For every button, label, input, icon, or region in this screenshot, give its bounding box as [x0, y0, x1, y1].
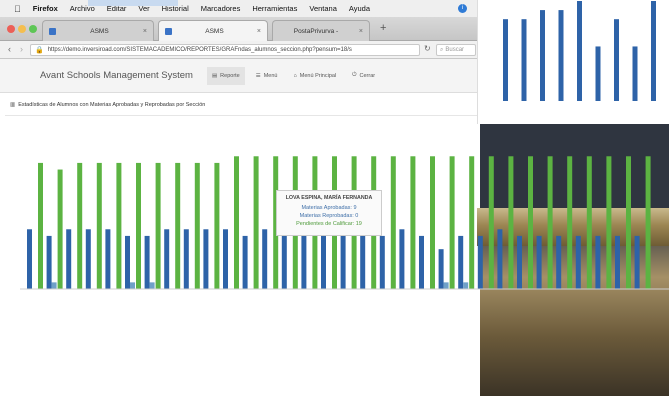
app-navbar: Avant Schools Management System ▤ Report… — [0, 59, 480, 93]
panel-title: ▥ Estadísticas de Alumnos con Materias A… — [10, 102, 205, 108]
divider — [5, 115, 480, 116]
bar-chart-icon: ▥ — [10, 102, 16, 108]
small-chart-bar[interactable] — [540, 10, 545, 101]
favicon-icon — [165, 27, 172, 35]
small-chart-bar[interactable] — [614, 19, 619, 102]
close-tab-icon[interactable]: × — [359, 28, 363, 35]
nav-item-menu[interactable]: ☰ Menú — [251, 67, 283, 85]
secondary-window — [477, 0, 669, 124]
browser-tab[interactable]: PostaPrivurva - × — [272, 20, 370, 41]
panel-title-text: Estadísticas de Alumnos con Materias Apr… — [18, 102, 206, 108]
nav-item-label: Reporte — [220, 72, 240, 79]
apple-icon[interactable]:  — [14, 4, 21, 14]
tooltip-aprobadas: Materias Aprobadas: 9 — [301, 205, 357, 211]
menu-ayuda[interactable]: Ayuda — [349, 4, 370, 13]
small-chart-bar[interactable] — [651, 1, 656, 101]
small-bar-chart — [503, 1, 656, 102]
small-chart-bar[interactable] — [632, 46, 638, 101]
new-tab-button[interactable]: + — [380, 22, 386, 34]
favicon-icon — [49, 27, 56, 35]
nav-item-reporte[interactable]: ▤ Reporte — [206, 66, 245, 85]
tooltip-reprobadas: Materias Reprobadas: 0 — [299, 213, 359, 219]
small-chart-bar[interactable] — [503, 19, 508, 102]
info-icon[interactable]: i — [458, 4, 467, 13]
forward-icon[interactable]: › — [20, 44, 23, 54]
close-tab-icon[interactable]: × — [143, 28, 147, 35]
lock-icon: 🔒 — [35, 47, 44, 54]
power-icon: ⏻ — [352, 72, 357, 78]
url-bar[interactable]: 🔒 https://demo.inversiroad.com/SISTEMACA… — [30, 44, 420, 56]
search-icon: ⌕ — [440, 46, 444, 53]
menu-ventana[interactable]: Ventana — [309, 4, 337, 13]
mac-menu-bar:  Firefox Archivo Editar Ver Historial M… — [0, 0, 480, 17]
window-close-button[interactable] — [7, 25, 15, 33]
page-content: Avant Schools Management System ▤ Report… — [0, 59, 480, 396]
menu-icon: ☰ — [255, 72, 261, 79]
small-chart-bar[interactable] — [577, 1, 582, 101]
back-icon[interactable]: ‹ — [8, 44, 11, 54]
tab-label: ASMS — [90, 27, 109, 35]
tab-label: ASMS — [205, 27, 224, 35]
tab-label: PostaPrivurva - — [293, 27, 339, 35]
url-text: https://demo.inversiroad.com/SISTEMACADE… — [47, 47, 352, 53]
nav-item-label: Menú — [263, 72, 278, 79]
home-icon: ⌂ — [293, 72, 297, 79]
nav-item-label: Menú Principal — [299, 72, 337, 79]
tooltip-pendientes: Pendientes de Calificar: 19 — [296, 221, 362, 227]
nav-item-menu-principal[interactable]: ⌂ Menú Principal — [288, 67, 341, 85]
search-input[interactable]: ⌕ Buscar — [436, 44, 476, 56]
search-placeholder: Buscar — [445, 47, 465, 53]
chart-icon: ▤ — [211, 72, 218, 79]
nav-item-label: Cerrar — [359, 72, 376, 79]
browser-tab-active[interactable]: ASMS × — [158, 20, 268, 41]
small-chart-bar[interactable] — [595, 46, 601, 101]
tooltip-student-name: LOVA ESPINA, MARÍA FERNANDA — [285, 195, 373, 201]
app-brand[interactable]: Avant Schools Management System — [40, 70, 193, 81]
desk-background — [477, 208, 669, 246]
window-maximize-button[interactable] — [29, 25, 37, 33]
menu-marcadores[interactable]: Marcadores — [201, 4, 241, 13]
small-chart-bar[interactable] — [521, 19, 527, 102]
browser-tab[interactable]: ASMS × — [42, 20, 154, 41]
chart-tooltip: LOVA ESPINA, MARÍA FERNANDA Materias Apr… — [276, 190, 382, 236]
small-chart-bar[interactable] — [558, 10, 564, 101]
nav-item-cerrar[interactable]: ⏻ Cerrar — [347, 66, 380, 85]
reload-icon[interactable]: ↻ — [424, 44, 431, 53]
update-banner — [88, 0, 178, 6]
close-tab-icon[interactable]: × — [257, 28, 261, 35]
menu-app-name[interactable]: Firefox — [33, 4, 58, 13]
menu-herramientas[interactable]: Herramientas — [252, 4, 297, 13]
window-minimize-button[interactable] — [18, 25, 26, 33]
